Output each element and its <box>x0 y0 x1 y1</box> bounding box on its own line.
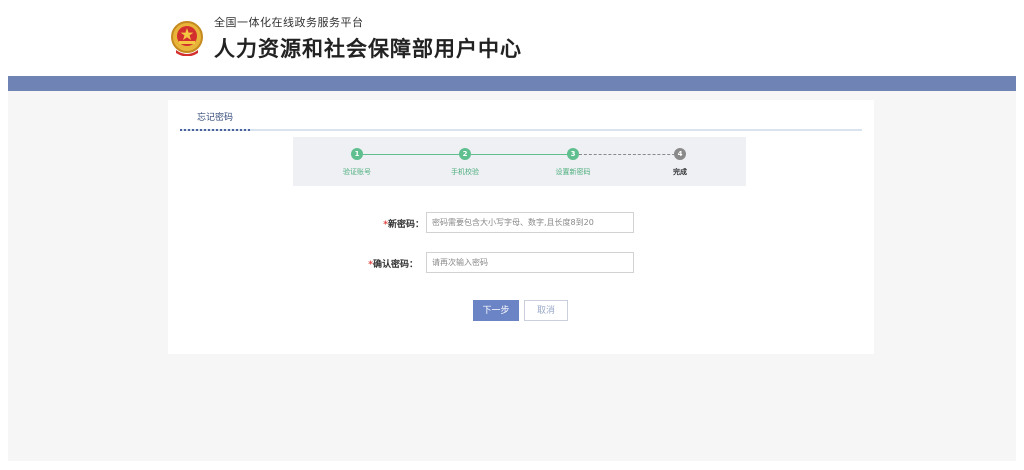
step-connector <box>363 154 465 155</box>
confirm-password-input[interactable] <box>426 252 634 273</box>
national-emblem-icon <box>171 21 203 56</box>
next-step-button[interactable]: 下一步 <box>473 300 519 321</box>
site-title: 人力资源和社会保障部用户中心 <box>214 37 522 61</box>
platform-name: 全国一体化在线政务服务平台 <box>214 16 364 29</box>
site-header: 全国一体化在线政务服务平台 人力资源和社会保障部用户中心 <box>0 0 1024 76</box>
new-password-label: *新密码： <box>334 217 424 230</box>
tab-bar: 忘记密码 <box>180 100 862 131</box>
step-connector <box>579 154 680 155</box>
confirm-password-label-text: 确认密码： <box>372 260 418 270</box>
step-marker-3: 3 <box>567 148 579 160</box>
forgot-password-card: 忘记密码 1 2 3 4 验证账号 手机校验 设置新密码 完成 *新密码： *确… <box>168 100 874 354</box>
tab-forgot-password[interactable]: 忘记密码 <box>180 110 250 131</box>
step-label-4: 完成 <box>673 168 687 176</box>
new-password-input[interactable] <box>426 212 634 233</box>
step-label-2: 手机校验 <box>451 168 479 176</box>
step-marker-1: 1 <box>351 148 363 160</box>
new-password-label-text: 新密码： <box>387 220 424 230</box>
step-marker-4: 4 <box>674 148 686 160</box>
cancel-button[interactable]: 取消 <box>524 300 568 321</box>
step-label-1: 验证账号 <box>343 168 371 176</box>
confirm-password-label: *确认密码： <box>328 257 418 270</box>
step-label-3: 设置新密码 <box>555 168 591 176</box>
progress-steps: 1 2 3 4 验证账号 手机校验 设置新密码 完成 <box>293 137 746 186</box>
step-marker-2: 2 <box>459 148 471 160</box>
step-connector <box>471 154 573 155</box>
brand-bar <box>8 76 1016 91</box>
